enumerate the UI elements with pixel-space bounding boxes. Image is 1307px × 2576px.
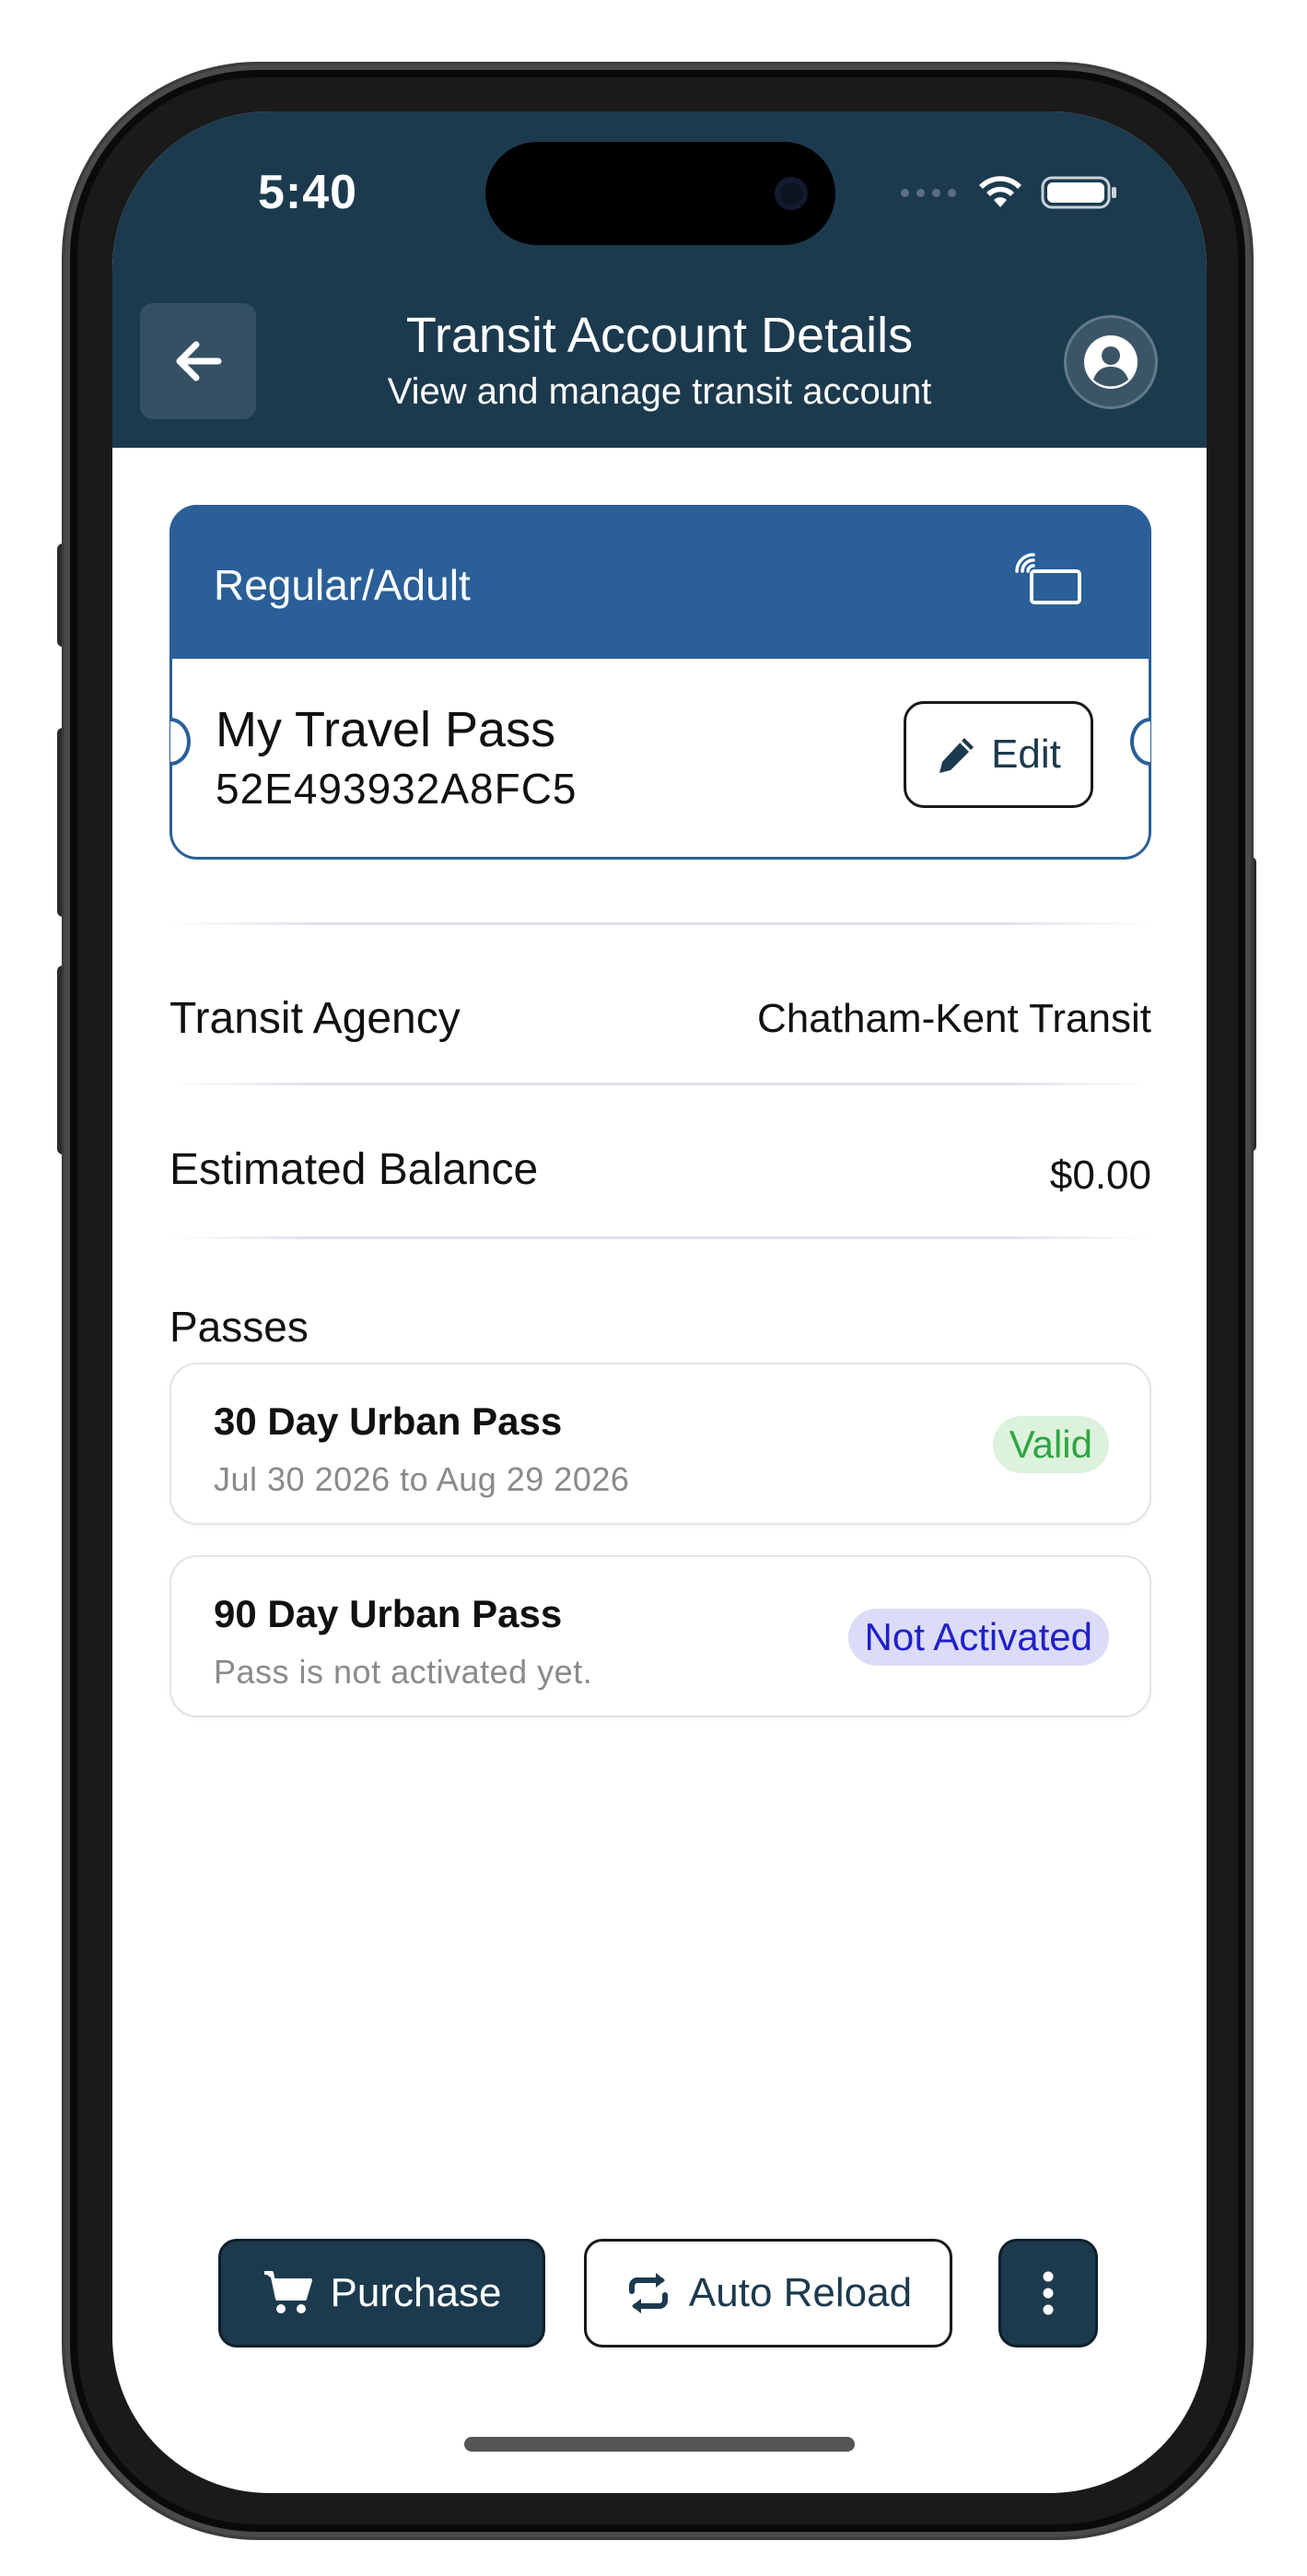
edit-button[interactable]: Edit bbox=[904, 701, 1093, 808]
auto-reload-button-label: Auto Reload bbox=[688, 2270, 913, 2315]
card-header: Regular/Adult bbox=[169, 505, 1151, 659]
status-time: 5:40 bbox=[258, 166, 358, 219]
balance-label: Estimated Balance bbox=[169, 1145, 539, 1194]
status-badge: Valid bbox=[992, 1416, 1109, 1473]
pass-item-name: 30 Day Urban Pass bbox=[214, 1399, 563, 1443]
pass-item[interactable]: 90 Day Urban Pass Pass is not activated … bbox=[169, 1555, 1151, 1717]
page-subtitle: View and manage transit account bbox=[387, 371, 932, 412]
agency-label: Transit Agency bbox=[169, 994, 461, 1043]
pass-item[interactable]: 30 Day Urban Pass Jul 30 2026 to Aug 29 … bbox=[169, 1363, 1151, 1525]
more-options-button[interactable] bbox=[998, 2239, 1098, 2348]
contactless-card-icon bbox=[1015, 553, 1081, 604]
wifi-icon bbox=[979, 176, 1021, 207]
shopping-cart-icon bbox=[263, 2271, 312, 2313]
status-icons bbox=[901, 174, 1118, 211]
agency-value: Chatham-Kent Transit bbox=[757, 996, 1151, 1041]
status-badge: Not Activated bbox=[847, 1609, 1109, 1666]
purchase-button-label: Purchase bbox=[330, 2270, 502, 2315]
divider bbox=[169, 922, 1151, 925]
balance-value: $0.00 bbox=[1049, 1153, 1151, 1198]
transit-card: Regular/Adult My Travel Pass 52E493932A8… bbox=[169, 505, 1151, 860]
card-id: 52E493932A8FC5 bbox=[216, 765, 578, 813]
purchase-button[interactable]: Purchase bbox=[218, 2239, 545, 2348]
repeat-icon bbox=[628, 2273, 668, 2313]
vertical-ellipsis-icon bbox=[1043, 2271, 1054, 2315]
pencil-icon bbox=[939, 738, 974, 773]
card-type-label: Regular/Adult bbox=[214, 561, 471, 609]
home-indicator[interactable] bbox=[464, 2437, 855, 2452]
card-notch-left bbox=[170, 718, 191, 766]
divider bbox=[169, 1083, 1151, 1085]
auto-reload-button[interactable]: Auto Reload bbox=[584, 2239, 952, 2348]
pass-item-dates: Jul 30 2026 to Aug 29 2026 bbox=[214, 1460, 630, 1498]
dynamic-island bbox=[485, 142, 835, 245]
passes-section-title: Passes bbox=[169, 1303, 309, 1351]
divider bbox=[169, 1236, 1151, 1239]
card-notch-right bbox=[1130, 718, 1150, 766]
app-header: 5:40 Transit Account Details View and ma… bbox=[112, 111, 1207, 448]
profile-button[interactable] bbox=[1067, 318, 1155, 406]
user-circle-icon bbox=[1084, 335, 1138, 389]
battery-icon bbox=[1041, 176, 1116, 209]
edit-button-label: Edit bbox=[991, 732, 1061, 777]
pass-item-name: 90 Day Urban Pass bbox=[214, 1592, 563, 1635]
cellular-signal-icon bbox=[901, 188, 956, 197]
pass-item-desc: Pass is not activated yet. bbox=[214, 1653, 593, 1691]
page-title: Transit Account Details bbox=[405, 308, 914, 363]
card-name: My Travel Pass bbox=[216, 702, 556, 757]
phone-screen: 5:40 Transit Account Details View and ma… bbox=[112, 111, 1207, 2493]
